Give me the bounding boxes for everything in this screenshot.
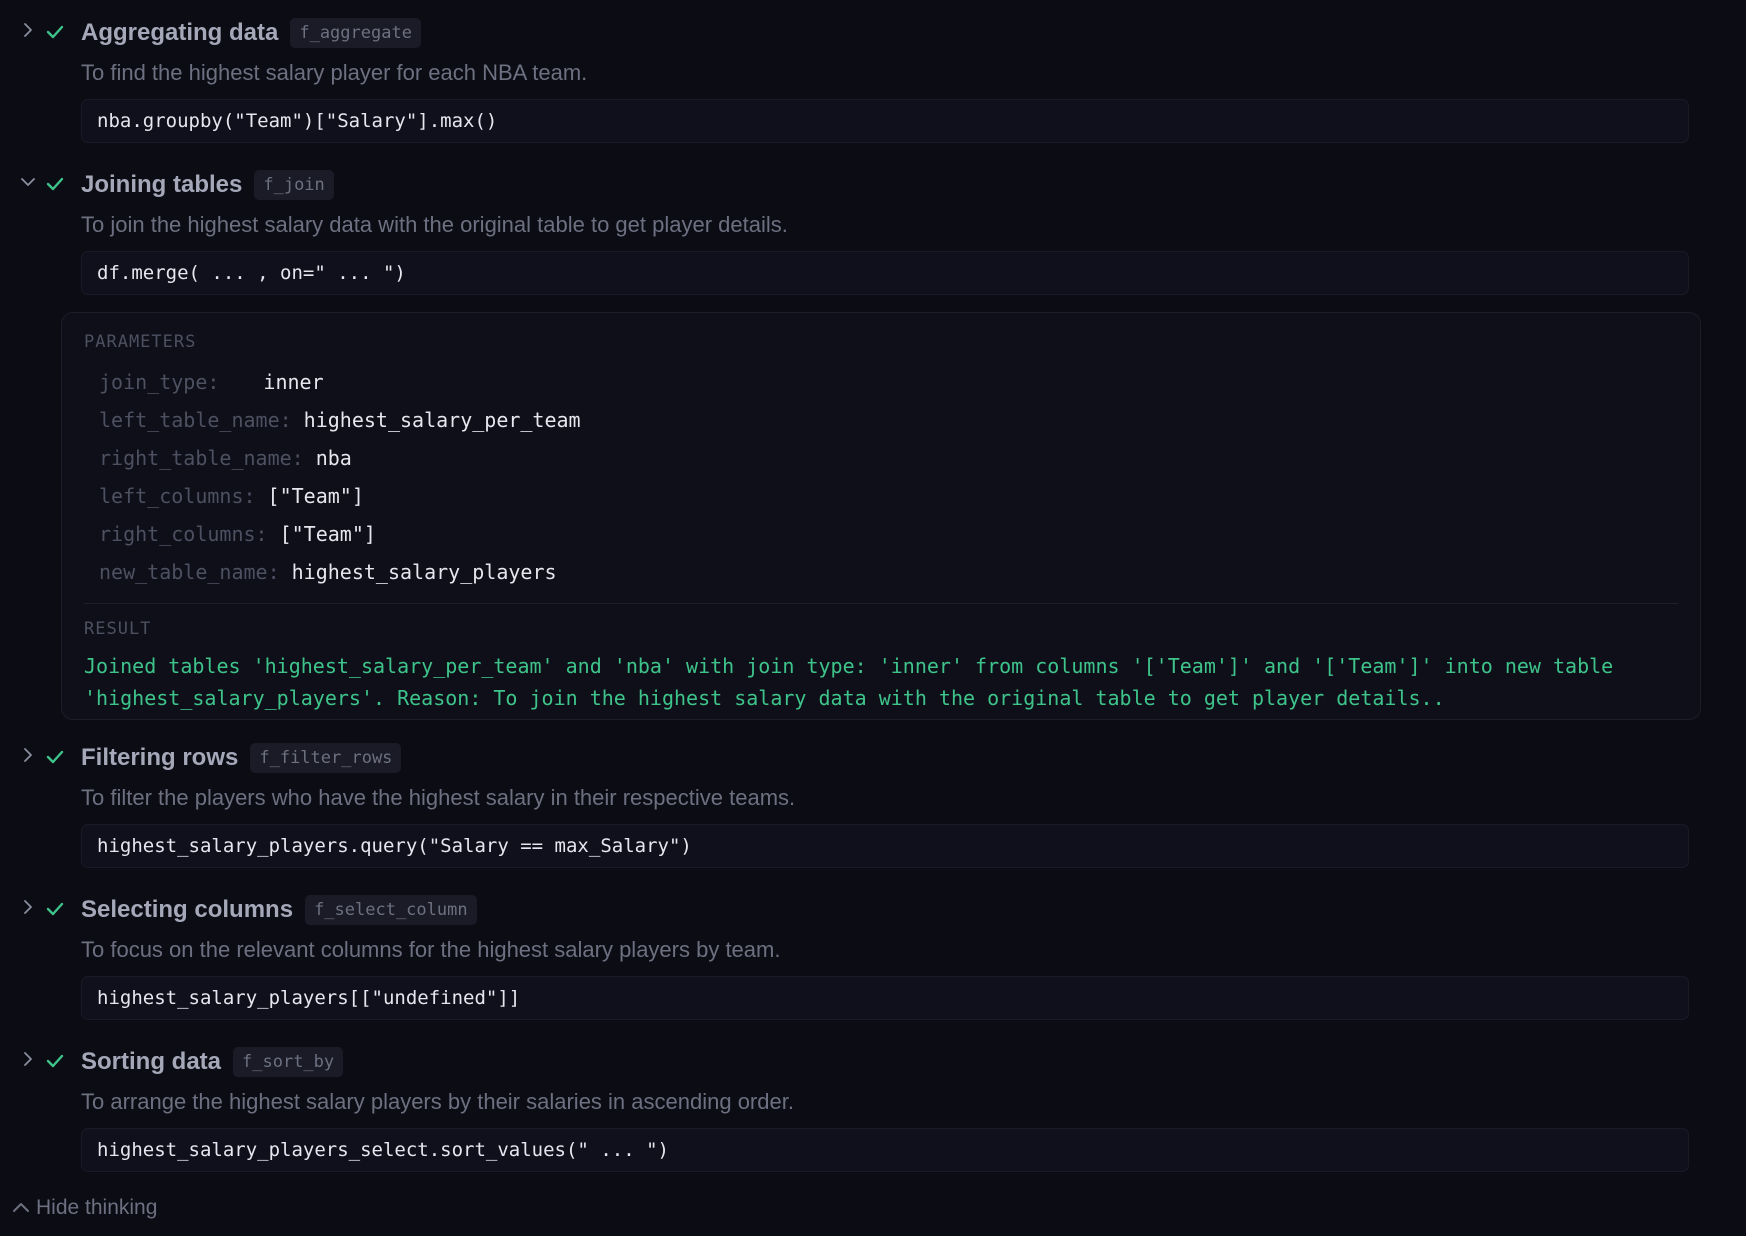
function-tag: f_sort_by <box>233 1047 344 1077</box>
parameters-label: PARAMETERS <box>84 332 197 352</box>
function-tag: f_aggregate <box>290 18 421 48</box>
param-key: new_table_name: <box>99 560 280 584</box>
result-text: Joined tables 'highest_salary_per_team' … <box>84 654 1614 710</box>
result-label: RESULT <box>84 619 152 639</box>
step-description: To filter the players who have the highe… <box>81 785 796 810</box>
step-joining-tables: Joining tables f_join To join the highes… <box>0 165 1689 295</box>
step-title-row: Selecting columns f_select_column <box>81 890 477 930</box>
step-title-row: Filtering rows f_filter_rows <box>81 738 402 778</box>
step-title: Selecting columns <box>81 896 294 923</box>
param-value: nba <box>315 446 352 470</box>
parameters-list: join_type: inner left_table_name: highest_… <box>84 363 1678 591</box>
check-icon <box>46 750 64 764</box>
function-tag: f_select_column <box>305 895 477 925</box>
step-sorting-data: Sorting data f_sort_by To arrange the hi… <box>0 1042 1689 1172</box>
check-icon <box>46 902 64 916</box>
code-snippet: highest_salary_players_select.sort_value… <box>81 1128 1689 1172</box>
code-text: highest_salary_players_select.sort_value… <box>97 1139 669 1161</box>
step-description: To arrange the highest salary players by… <box>81 1089 794 1114</box>
param-value: inner <box>263 370 324 394</box>
step-header[interactable]: Joining tables f_join <box>0 165 1689 205</box>
param-row: new_table_name: highest_salary_players <box>99 553 1678 591</box>
code-text: df.merge( ... , on=" ... ") <box>97 262 406 284</box>
divider <box>84 603 1678 604</box>
chevron-right-icon[interactable] <box>19 746 37 764</box>
param-key: right_columns: <box>99 522 268 546</box>
check-icon <box>46 1054 64 1068</box>
param-value: highest_salary_players <box>291 560 557 584</box>
param-value: ["Team"] <box>279 522 376 546</box>
step-header[interactable]: Filtering rows f_filter_rows <box>0 738 1689 778</box>
step-header[interactable]: Sorting data f_sort_by <box>0 1042 1689 1082</box>
code-snippet: nba.groupby("Team")["Salary"].max() <box>81 99 1689 143</box>
code-text: highest_salary_players.query("Salary == … <box>97 835 692 857</box>
code-snippet: highest_salary_players.query("Salary == … <box>81 824 1689 868</box>
param-value: highest_salary_per_team <box>303 408 581 432</box>
chevron-right-icon[interactable] <box>19 1050 37 1068</box>
code-snippet: highest_salary_players[["undefined"]] <box>81 976 1689 1020</box>
param-row: left_columns: ["Team"] <box>99 477 1678 515</box>
step-title-row: Joining tables f_join <box>81 165 334 205</box>
chevron-right-icon[interactable] <box>19 21 37 39</box>
step-selecting-columns: Selecting columns f_select_column To foc… <box>0 890 1689 1020</box>
hide-thinking-button[interactable]: Hide thinking <box>10 1193 157 1223</box>
param-key: right_table_name: <box>99 446 304 470</box>
function-tag: f_join <box>254 170 334 200</box>
param-value: ["Team"] <box>267 484 364 508</box>
step-details-panel: PARAMETERS join_type: inner left_table_na… <box>61 312 1701 720</box>
step-aggregating-data: Aggregating data f_aggregate To find the… <box>0 13 1689 143</box>
step-description: To find the highest salary player for ea… <box>81 60 588 85</box>
function-tag: f_filter_rows <box>250 743 402 773</box>
step-title-row: Sorting data f_sort_by <box>81 1042 344 1082</box>
check-icon <box>46 177 64 191</box>
chevron-right-icon[interactable] <box>19 898 37 916</box>
step-title: Sorting data <box>81 1048 222 1075</box>
param-key: left_columns: <box>99 484 256 508</box>
param-row: right_table_name: nba <box>99 439 1678 477</box>
step-description: To join the highest salary data with the… <box>81 212 788 237</box>
code-snippet: df.merge( ... , on=" ... ") <box>81 251 1689 295</box>
param-key: join_type: <box>99 370 220 394</box>
chevron-up-icon <box>13 1203 29 1212</box>
step-title: Aggregating data <box>81 19 279 46</box>
step-title-row: Aggregating data f_aggregate <box>81 13 421 53</box>
param-row: right_columns: ["Team"] <box>99 515 1678 553</box>
param-row: left_table_name: highest_salary_per_team <box>99 401 1678 439</box>
step-header[interactable]: Selecting columns f_select_column <box>0 890 1689 930</box>
code-text: highest_salary_players[["undefined"]] <box>97 987 521 1009</box>
step-header[interactable]: Aggregating data f_aggregate <box>0 13 1689 53</box>
param-key: left_table_name: <box>99 408 292 432</box>
param-row: join_type: inner <box>99 363 1678 401</box>
step-filtering-rows: Filtering rows f_filter_rows To filter t… <box>0 738 1689 868</box>
hide-thinking-label: Hide thinking <box>36 1196 158 1219</box>
step-description: To focus on the relevant columns for the… <box>81 937 781 962</box>
code-text: nba.groupby("Team")["Salary"].max() <box>97 110 498 132</box>
step-title: Filtering rows <box>81 744 239 771</box>
chevron-down-icon[interactable] <box>19 173 37 191</box>
check-icon <box>46 25 64 39</box>
step-title: Joining tables <box>81 171 243 198</box>
